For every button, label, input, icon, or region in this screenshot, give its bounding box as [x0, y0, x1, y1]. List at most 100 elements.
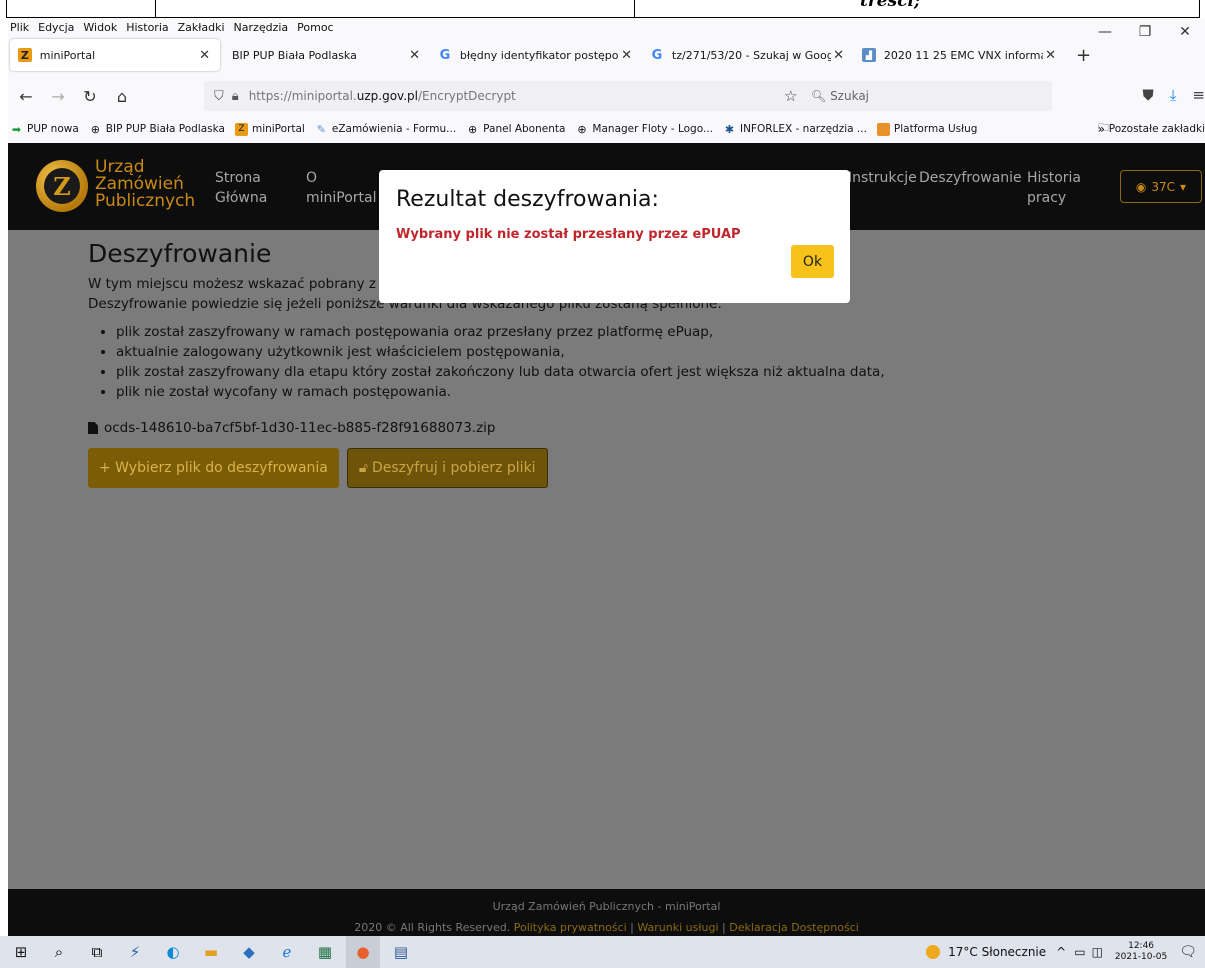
- dialog-title: Rezultat deszyfrowania:: [396, 187, 659, 212]
- excel-icon[interactable]: ▦: [308, 936, 342, 968]
- privacy-link[interactable]: Polityka prywatności: [514, 921, 627, 934]
- bookmark-miniportal[interactable]: ZminiPortal: [234, 122, 305, 136]
- tab-label: miniPortal: [39, 48, 96, 62]
- file-icon: [88, 422, 98, 434]
- select-file-button[interactable]: + Wybierz plik do deszyfrowania: [88, 448, 339, 488]
- search-icon[interactable]: ⌕: [42, 936, 76, 968]
- tab-google-2[interactable]: G tz/271/53/20 - Szukaj w Google ✕: [642, 39, 854, 71]
- bookmark-folder[interactable]: 🗀︎ Pozostałe zakładki: [1098, 120, 1205, 138]
- bookmark-pup-nowa[interactable]: ➡ PUP nowa: [10, 123, 79, 136]
- inforlex-icon: ✱: [724, 122, 735, 136]
- clock[interactable]: 12:46 2021-10-05: [1115, 941, 1167, 963]
- network-icon[interactable]: ▭: [1074, 945, 1085, 959]
- close-tab-icon[interactable]: ✕: [199, 48, 210, 63]
- nav-instrukcje[interactable]: Instrukcje: [848, 168, 917, 188]
- uzp-logo-icon[interactable]: Z: [36, 160, 88, 212]
- logo-text[interactable]: Urząd Zamówień Publicznych: [95, 159, 195, 210]
- pocket-icon[interactable]: ⛊: [1143, 86, 1154, 104]
- menu-plik[interactable]: Plik: [10, 21, 29, 34]
- nav-deszyfrowanie[interactable]: Deszyfrowanie: [919, 168, 1022, 188]
- forward-icon[interactable]: →: [44, 87, 72, 106]
- web-page: Z Urząd Zamówień Publicznych Strona Główn…: [8, 143, 1205, 936]
- nav-o-miniportal[interactable]: OminiPortal: [306, 168, 377, 208]
- home-icon[interactable]: ⌂: [108, 87, 136, 106]
- bookmark-ezamowienia[interactable]: ✎ eZamówienia - Formu...: [315, 123, 456, 136]
- tab-miniportal[interactable]: Z miniPortal ✕: [10, 39, 220, 71]
- dialog-error-message: Wybrany plik nie został przesłany przez …: [396, 227, 741, 242]
- platform-icon: [876, 122, 890, 136]
- tab-bip[interactable]: BIP PUP Biała Podlaska ✕: [220, 39, 430, 71]
- image-icon: ▟: [862, 48, 876, 62]
- list-item: aktualnie zalogowany użytkownik jest wła…: [116, 342, 1088, 362]
- system-tray: 17°C Słonecznie ^ ▭ ◫ 12:46 2021-10-05 🗨…: [926, 936, 1205, 968]
- nav-historia-pracy[interactable]: Historia pracy: [1027, 168, 1081, 208]
- bookmark-bip[interactable]: ⊕ BIP PUP Biała Podlaska: [89, 123, 225, 136]
- bookmark-manager-floty[interactable]: ⊕ Manager Floty - Logo...: [575, 123, 713, 136]
- folder-icon: 🗀︎: [1098, 122, 1109, 134]
- close-tab-icon[interactable]: ✕: [409, 48, 420, 63]
- address-bar[interactable]: ⛉ 🔒︎ https://miniportal.uzp.gov.pl/Encry…: [204, 81, 1052, 111]
- close-tab-icon[interactable]: ✕: [621, 48, 632, 63]
- menu-historia[interactable]: Historia: [126, 21, 168, 34]
- footer-title: Urząd Zamówień Publicznych - miniPortal: [492, 900, 721, 913]
- ok-button[interactable]: Ok: [791, 245, 834, 278]
- new-tab-icon[interactable]: +: [1076, 45, 1091, 66]
- user-icon: ◉: [1135, 179, 1147, 194]
- tab-strip: Z miniPortal ✕ BIP PUP Biała Podlaska ✕ …: [8, 38, 1205, 72]
- google-icon: G: [439, 47, 451, 63]
- menu-widok[interactable]: Widok: [83, 21, 117, 34]
- shield-icon[interactable]: ⛉: [214, 89, 224, 104]
- terms-link[interactable]: Warunki usługi: [637, 921, 718, 934]
- bookmark-inforlex[interactable]: ✱ INFORLEX - narzędzia ...: [723, 123, 867, 136]
- chevron-up-icon[interactable]: ^: [1056, 945, 1066, 959]
- back-icon[interactable]: ←: [12, 87, 40, 106]
- url-text[interactable]: https://miniportal.uzp.gov.pl/EncryptDec…: [249, 89, 516, 103]
- lock-icon[interactable]: 🔒︎: [232, 89, 239, 104]
- menu-pomoc[interactable]: Pomoc: [297, 21, 333, 34]
- reload-icon[interactable]: ↻: [76, 87, 104, 106]
- globe-icon: ⊕: [577, 122, 587, 136]
- browser-window: Plik Edycja Widok Historia Zakładki Narz…: [8, 18, 1205, 936]
- nav-toolbar: ← → ↻ ⌂ ⛉ 🔒︎ https://miniportal.uzp.gov.…: [8, 76, 1205, 116]
- nav-strona-glowna[interactable]: Strona Główna: [215, 168, 267, 208]
- arrow-icon: ➡: [11, 122, 22, 136]
- volume-icon[interactable]: ◫: [1092, 945, 1103, 959]
- close-tab-icon[interactable]: ✕: [1045, 48, 1056, 63]
- user-menu-button[interactable]: ◉ 37C ▾: [1120, 170, 1202, 203]
- tab-google-1[interactable]: G błędny identyfikator postępowa ✕: [430, 39, 642, 71]
- doc-fragment: treści;: [860, 0, 921, 11]
- edge-icon[interactable]: ◐: [156, 936, 190, 968]
- tab-label: błędny identyfikator postępowa: [459, 48, 620, 62]
- unlock-icon: 🔓︎: [358, 460, 368, 476]
- list-item: plik został zaszyfrowany w ramach postęp…: [116, 322, 1088, 342]
- bookmark-platforma-uslug[interactable]: Platforma Usług: [876, 122, 977, 136]
- task-view-icon[interactable]: ⧉: [80, 936, 114, 968]
- outlook-icon[interactable]: ◆: [232, 936, 266, 968]
- file-name: ocds-148610-ba7cf5bf-1d30-11ec-b885-f28f…: [104, 420, 496, 436]
- document-strip: treści;: [0, 0, 1205, 18]
- action-buttons: + Wybierz plik do deszyfrowania 🔓︎ Deszyf…: [88, 448, 1088, 488]
- app-icon[interactable]: ⚡: [118, 936, 152, 968]
- search-box[interactable]: 🔍︎ Szukaj: [811, 89, 869, 103]
- file-explorer-icon[interactable]: ▬: [194, 936, 228, 968]
- menu-hamburger-icon[interactable]: ≡: [1192, 86, 1205, 104]
- bookmark-star-icon[interactable]: ☆: [784, 87, 797, 105]
- internet-explorer-icon[interactable]: ℯ: [270, 936, 304, 968]
- accessibility-link[interactable]: Deklaracja Dostępności: [729, 921, 859, 934]
- menu-narzedzia[interactable]: Narzędzia: [234, 21, 289, 34]
- close-tab-icon[interactable]: ✕: [833, 48, 844, 63]
- globe-icon: ⊕: [468, 122, 478, 136]
- notifications-icon[interactable]: 🗨︎: [1179, 944, 1197, 960]
- weather-text[interactable]: 17°C Słonecznie: [948, 945, 1046, 959]
- site-footer: Urząd Zamówień Publicznych - miniPortal …: [8, 889, 1205, 936]
- footer-links: 2020 © All Rights Reserved. Polityka pry…: [354, 921, 859, 934]
- download-icon[interactable]: ⤓: [1170, 86, 1177, 104]
- tab-emc[interactable]: ▟ 2020 11 25 EMC VNX informacja ✕: [854, 39, 1066, 71]
- word-icon[interactable]: ▤: [384, 936, 418, 968]
- menu-edycja[interactable]: Edycja: [38, 21, 74, 34]
- bookmark-panel-abonenta[interactable]: ⊕ Panel Abonenta: [466, 123, 565, 136]
- windows-start-icon[interactable]: ⊞: [4, 936, 38, 968]
- decrypt-download-button[interactable]: 🔓︎ Deszyfruj i pobierz pliki: [346, 448, 548, 488]
- menu-zakladki[interactable]: Zakładki: [178, 21, 225, 34]
- firefox-icon[interactable]: ●: [346, 936, 380, 968]
